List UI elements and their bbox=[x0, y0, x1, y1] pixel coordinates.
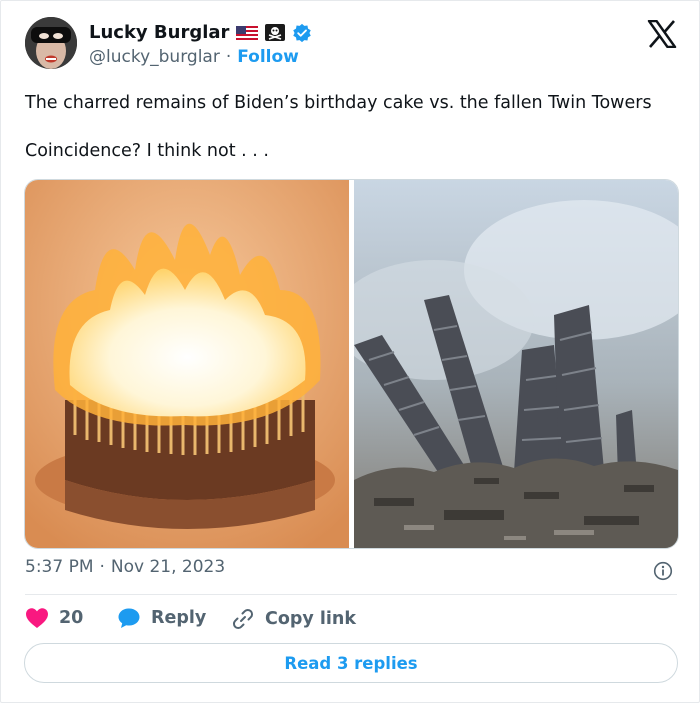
verified-badge-icon bbox=[293, 23, 312, 42]
reply-bubble-icon bbox=[118, 608, 140, 628]
like-count: 20 bbox=[59, 608, 84, 628]
tweet-timestamp[interactable]: 5:37 PM · Nov 21, 2023 bbox=[25, 557, 225, 577]
follow-button[interactable]: Follow bbox=[237, 47, 299, 67]
handle-separator: · bbox=[225, 47, 232, 67]
author-display-name[interactable]: Lucky Burglar bbox=[89, 22, 229, 43]
tweet-text-line-1: The charred remains of Biden’s birthday … bbox=[25, 93, 652, 113]
author-handle-row: @lucky_burglar · Follow bbox=[89, 47, 299, 67]
tweet-time: 5:37 PM bbox=[25, 557, 94, 577]
tweet-date: Nov 21, 2023 bbox=[110, 557, 226, 577]
us-flag-icon bbox=[236, 25, 259, 40]
link-icon bbox=[232, 608, 254, 630]
timestamp-separator: · bbox=[99, 557, 105, 577]
tweet-text-line-2: Coincidence? I think not . . . bbox=[25, 141, 269, 161]
reply-button[interactable]: Reply bbox=[117, 607, 206, 629]
media-grid bbox=[24, 179, 679, 549]
x-logo-icon[interactable] bbox=[647, 20, 677, 48]
read-replies-button[interactable]: Read 3 replies bbox=[24, 643, 678, 683]
skull-crossbones-icon bbox=[265, 24, 286, 41]
heart-icon bbox=[26, 608, 48, 628]
copy-link-button[interactable]: Copy link bbox=[231, 607, 356, 631]
divider bbox=[25, 594, 677, 595]
author-name-row: Lucky Burglar bbox=[89, 22, 312, 43]
avatar[interactable] bbox=[25, 17, 77, 69]
copy-link-label: Copy link bbox=[265, 609, 356, 629]
tweet-card: Lucky Burglar @lucky_burglar · Follow Th… bbox=[0, 0, 700, 703]
twin-towers-ruins-photo[interactable] bbox=[354, 180, 678, 548]
like-button[interactable]: 20 bbox=[25, 607, 83, 629]
burning-birthday-cake-photo[interactable] bbox=[25, 180, 349, 548]
author-handle[interactable]: @lucky_burglar bbox=[89, 47, 220, 67]
reply-label: Reply bbox=[151, 608, 207, 628]
info-icon[interactable] bbox=[653, 561, 673, 581]
